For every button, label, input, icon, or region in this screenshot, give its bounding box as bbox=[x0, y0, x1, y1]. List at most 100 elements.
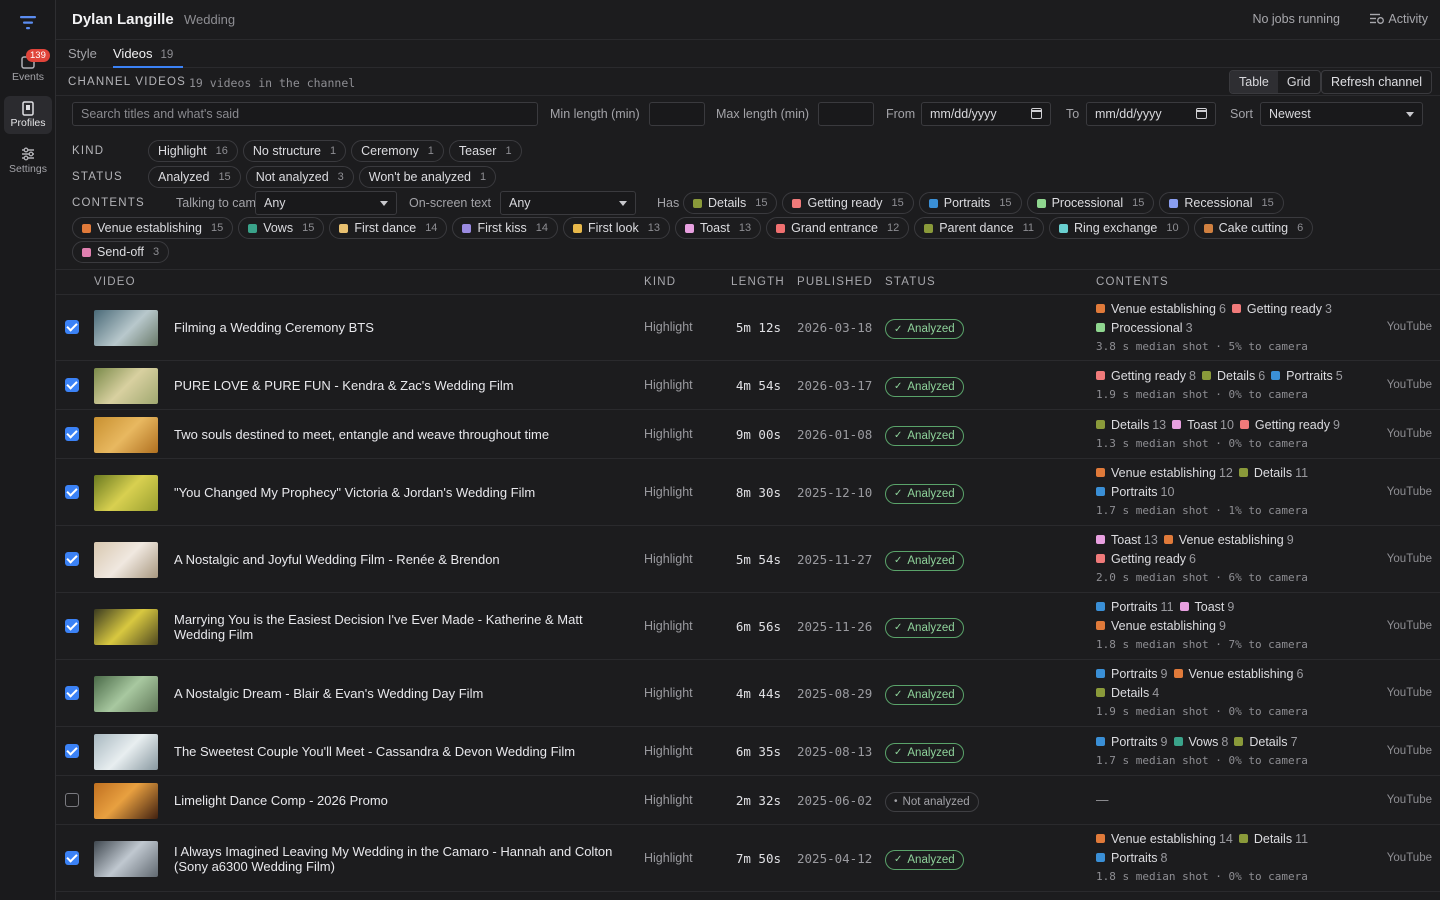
table-row[interactable]: The Sweetest Couple You'll Meet - Cassan… bbox=[56, 727, 1440, 776]
view-table-button[interactable]: Table bbox=[1230, 71, 1278, 93]
filter-chip[interactable]: Analyzed 15 bbox=[148, 166, 241, 188]
video-thumbnail[interactable] bbox=[94, 474, 158, 511]
table-row[interactable]: "You Changed My Prophecy" Victoria & Jor… bbox=[56, 459, 1440, 526]
row-checkbox[interactable] bbox=[65, 685, 79, 700]
filter-chip[interactable]: Highlight 16 bbox=[148, 140, 238, 162]
source-link[interactable]: YouTube bbox=[1387, 620, 1432, 632]
video-title[interactable]: Two souls destined to meet, entangle and… bbox=[174, 427, 634, 442]
row-checkbox[interactable] bbox=[65, 484, 79, 499]
filter-chip[interactable]: First look 13 bbox=[563, 217, 670, 239]
video-title[interactable]: Limelight Dance Comp - 2026 Promo bbox=[174, 793, 634, 808]
col-published[interactable]: PUBLISHED bbox=[797, 276, 873, 288]
filter-chip[interactable]: Send-off 3 bbox=[72, 241, 170, 263]
filter-chip[interactable]: Processional 15 bbox=[1026, 192, 1155, 214]
filter-chip[interactable]: Vows 15 bbox=[238, 217, 325, 239]
row-checkbox[interactable] bbox=[65, 618, 79, 633]
filter-chip[interactable]: Toast 13 bbox=[674, 217, 762, 239]
source-link[interactable]: YouTube bbox=[1387, 379, 1432, 391]
video-thumbnail[interactable] bbox=[94, 310, 158, 346]
talking-select[interactable]: Any bbox=[255, 191, 397, 215]
table-row[interactable]: Filming a Wedding Ceremony BTS Highlight 5… bbox=[56, 295, 1440, 361]
table-row[interactable]: Limelight Dance Comp - 2026 Promo Highlig… bbox=[56, 776, 1440, 825]
search-input[interactable]: Search titles and what's said bbox=[72, 102, 538, 126]
filter-chip[interactable]: First kiss 14 bbox=[452, 217, 558, 239]
tab-style[interactable]: Style bbox=[68, 46, 97, 61]
video-title[interactable]: The Sweetest Couple You'll Meet - Cassan… bbox=[174, 744, 634, 759]
video-thumbnail[interactable] bbox=[94, 541, 158, 578]
sidebar-item-settings[interactable]: Settings bbox=[4, 142, 52, 180]
filter-chip[interactable]: Teaser 1 bbox=[448, 140, 522, 162]
source-link[interactable]: YouTube bbox=[1387, 687, 1432, 699]
view-grid-button[interactable]: Grid bbox=[1278, 71, 1320, 93]
activity-button[interactable]: Activity bbox=[1370, 12, 1428, 26]
video-thumbnail[interactable] bbox=[94, 608, 158, 645]
col-kind[interactable]: KIND bbox=[644, 276, 676, 288]
sort-select[interactable]: Newest bbox=[1260, 102, 1423, 126]
video-title[interactable]: I Always Imagined Leaving My Wedding in … bbox=[174, 844, 634, 874]
filter-chip[interactable]: Recessional 15 bbox=[1159, 192, 1284, 214]
video-thumbnail[interactable] bbox=[94, 782, 158, 819]
video-title[interactable]: A Nostalgic and Joyful Wedding Film - Re… bbox=[174, 552, 634, 567]
filter-chip[interactable]: Ring exchange 10 bbox=[1048, 217, 1189, 239]
video-title[interactable]: PURE LOVE & PURE FUN - Kendra & Zac's We… bbox=[174, 378, 634, 393]
source-link[interactable]: YouTube bbox=[1387, 852, 1432, 864]
calendar-icon[interactable] bbox=[1031, 108, 1042, 119]
table-row[interactable]: Two souls destined to meet, entangle and… bbox=[56, 410, 1440, 459]
video-title[interactable]: "You Changed My Prophecy" Victoria & Jor… bbox=[174, 485, 634, 500]
source-link[interactable]: YouTube bbox=[1387, 428, 1432, 440]
tab-videos[interactable]: Videos 19 bbox=[113, 46, 173, 61]
from-date-input[interactable]: mm/dd/yyyy bbox=[921, 102, 1051, 126]
source-link[interactable]: YouTube bbox=[1387, 321, 1432, 333]
row-checkbox[interactable] bbox=[65, 320, 79, 334]
refresh-channel-button[interactable]: Refresh channel bbox=[1320, 70, 1432, 94]
video-title[interactable]: Marrying You is the Easiest Decision I'v… bbox=[174, 612, 634, 642]
table-row[interactable]: Marrying You is the Easiest Decision I'v… bbox=[56, 593, 1440, 660]
filter-logo-icon[interactable] bbox=[18, 14, 38, 32]
source-link[interactable]: YouTube bbox=[1387, 794, 1432, 806]
onscreen-select[interactable]: Any bbox=[500, 191, 636, 215]
row-checkbox[interactable] bbox=[65, 426, 79, 441]
table-row[interactable]: A Nostalgic Dream - Blair & Evan's Weddi… bbox=[56, 660, 1440, 727]
filter-chip[interactable]: Grand entrance 12 bbox=[766, 217, 910, 239]
sidebar-item-events[interactable]: 139 Events bbox=[4, 49, 52, 88]
video-thumbnail[interactable] bbox=[94, 733, 158, 770]
col-contents[interactable]: CONTENTS bbox=[1096, 276, 1169, 288]
filter-chip[interactable]: Cake cutting 6 bbox=[1193, 217, 1314, 239]
filter-chip[interactable]: Not analyzed 3 bbox=[245, 166, 354, 188]
row-checkbox[interactable] bbox=[65, 792, 79, 807]
table-row[interactable]: I Always Imagined Leaving My Wedding in … bbox=[56, 825, 1440, 892]
col-status[interactable]: STATUS bbox=[885, 276, 936, 288]
row-checkbox[interactable] bbox=[65, 850, 79, 865]
filter-chip[interactable]: Getting ready 15 bbox=[782, 192, 914, 214]
sidebar-item-profiles[interactable]: Profiles bbox=[4, 96, 52, 134]
row-checkbox[interactable] bbox=[65, 551, 79, 566]
source-link[interactable]: YouTube bbox=[1387, 553, 1432, 565]
calendar-icon[interactable] bbox=[1196, 108, 1207, 119]
table-row[interactable]: PURE LOVE & PURE FUN - Kendra & Zac's We… bbox=[56, 361, 1440, 410]
video-title[interactable]: A Nostalgic Dream - Blair & Evan's Weddi… bbox=[174, 686, 634, 701]
col-video[interactable]: VIDEO bbox=[94, 276, 136, 288]
row-checkbox[interactable] bbox=[65, 743, 79, 758]
video-title[interactable]: Filming a Wedding Ceremony BTS bbox=[174, 320, 634, 335]
source-link[interactable]: YouTube bbox=[1387, 745, 1432, 757]
max-length-input[interactable] bbox=[818, 102, 874, 126]
filter-chip[interactable]: Portraits 15 bbox=[918, 192, 1022, 214]
filter-chip[interactable]: Venue establishing 15 bbox=[72, 217, 234, 239]
filter-chip[interactable]: First dance 14 bbox=[329, 217, 448, 239]
filter-chip[interactable]: No structure 1 bbox=[242, 140, 347, 162]
table-row[interactable]: A Nostalgic and Joyful Wedding Film - Re… bbox=[56, 526, 1440, 593]
filter-chip[interactable]: Ceremony 1 bbox=[351, 140, 444, 162]
video-thumbnail[interactable] bbox=[94, 367, 158, 404]
source-link[interactable]: YouTube bbox=[1387, 486, 1432, 498]
video-thumbnail[interactable] bbox=[94, 840, 158, 877]
row-checkbox[interactable] bbox=[65, 377, 79, 392]
filter-chip[interactable]: Parent dance 11 bbox=[914, 217, 1044, 239]
filter-chip[interactable]: Details 15 bbox=[683, 192, 778, 214]
video-thumbnail[interactable] bbox=[94, 416, 158, 453]
to-date-input[interactable]: mm/dd/yyyy bbox=[1086, 102, 1216, 126]
video-thumbnail[interactable] bbox=[94, 675, 158, 712]
video-length: 7m 50s bbox=[735, 850, 781, 866]
filter-chip[interactable]: Won't be analyzed 1 bbox=[358, 166, 497, 188]
col-length[interactable]: LENGTH bbox=[731, 276, 785, 288]
min-length-input[interactable] bbox=[649, 102, 705, 126]
